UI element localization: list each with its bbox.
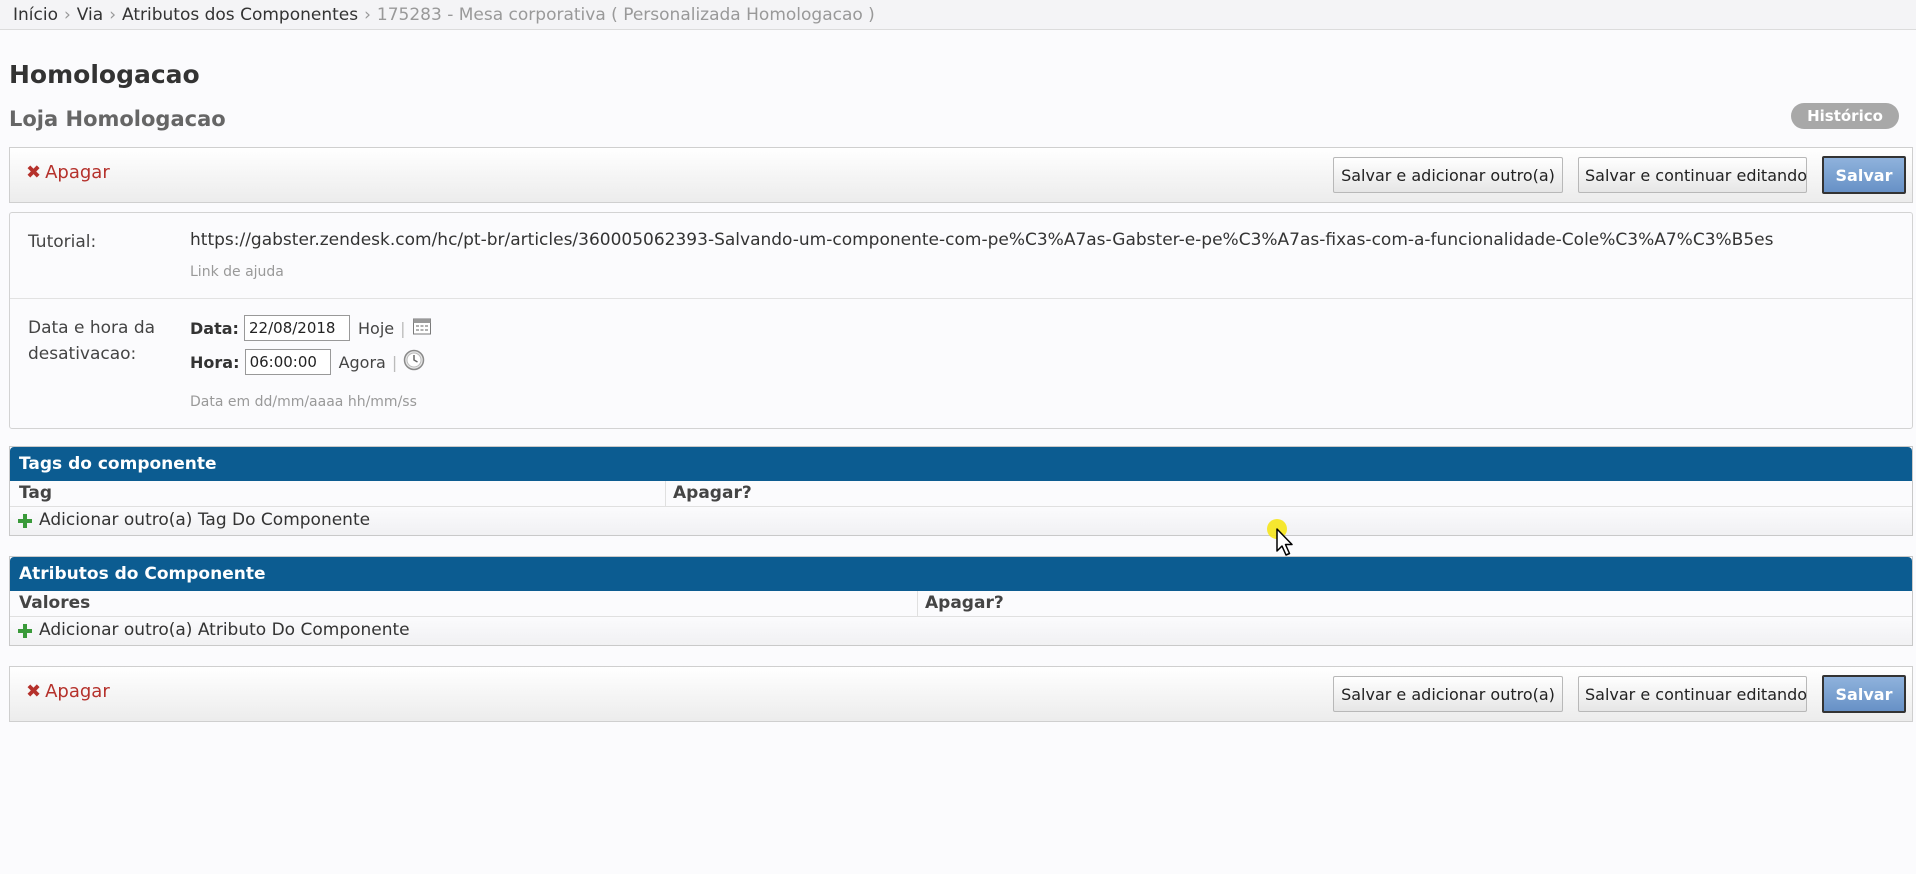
delete-icon: ✖ [26, 162, 42, 183]
attributes-column-headers: Valores Apagar? [10, 591, 1912, 617]
add-attribute-label: Adicionar outro(a) Atributo Do Component… [39, 620, 410, 640]
delete-label: Apagar [45, 162, 110, 183]
clock-icon[interactable] [403, 349, 425, 375]
tutorial-help: Link de ajuda [190, 264, 284, 280]
tags-inline-group: Tags do componente Tag Apagar? Adicionar… [9, 446, 1913, 536]
time-input[interactable]: 06:00:00 [244, 349, 331, 375]
submit-row-bottom: ✖ Apagar Salvar e adicionar outro(a) Salv… [9, 666, 1913, 722]
column-divider [665, 481, 666, 507]
deactivation-label-line1: Data e hora da [28, 318, 156, 338]
breadcrumb-current: 175283 - Mesa corporativa ( Personalizad… [376, 5, 875, 25]
breadcrumb-separator: › [63, 5, 71, 25]
save-button[interactable]: Salvar [1822, 675, 1906, 713]
attributes-inline-group: Atributos do Componente Valores Apagar? … [9, 556, 1913, 646]
tags-column-headers: Tag Apagar? [10, 481, 1912, 507]
page-title: Homologacao [9, 60, 200, 89]
breadcrumb-separator: › [364, 5, 371, 25]
breadcrumb-via[interactable]: Via [77, 5, 103, 25]
attributes-group-header: Atributos do Componente [10, 557, 1912, 591]
save-and-add-button[interactable]: Salvar e adicionar outro(a) [1333, 157, 1563, 193]
save-button[interactable]: Salvar [1822, 156, 1906, 194]
add-attribute-link[interactable]: Adicionar outro(a) Atributo Do Component… [10, 617, 1912, 645]
now-link[interactable]: Agora [339, 353, 386, 372]
add-tag-link[interactable]: Adicionar outro(a) Tag Do Componente [10, 507, 1912, 535]
date-input[interactable]: 22/08/2018 [244, 315, 351, 341]
submit-row-top: ✖ Apagar Salvar e adicionar outro(a) Salv… [9, 147, 1913, 203]
delete-label: Apagar [45, 681, 110, 702]
add-icon [18, 513, 32, 533]
delete-link[interactable]: ✖ Apagar [26, 162, 110, 183]
time-label: Hora: [190, 352, 240, 372]
values-column-header: Valores [19, 593, 91, 613]
breadcrumb-inicio[interactable]: Início [13, 5, 58, 25]
datetime-help: Data em dd/mm/aaaa hh/mm/ss [190, 394, 417, 410]
save-and-continue-button[interactable]: Salvar e continuar editando [1578, 676, 1807, 712]
today-link[interactable]: Hoje [358, 319, 394, 338]
save-and-continue-button[interactable]: Salvar e continuar editando [1578, 157, 1807, 193]
calendar-icon[interactable] [412, 316, 432, 340]
delete-link[interactable]: ✖ Apagar [26, 681, 110, 702]
tutorial-label: Tutorial: [28, 232, 97, 252]
pipe-divider: | [400, 318, 406, 338]
date-line: Data: 22/08/2018 Hoje | [190, 315, 432, 343]
tutorial-row: Tutorial: https://gabster.zendesk.com/hc… [10, 213, 1912, 299]
page-subtitle: Loja Homologacao [9, 107, 226, 131]
time-line: Hora: 06:00:00 Agora | [190, 349, 425, 377]
breadcrumb-separator: › [109, 5, 117, 25]
deactivation-label-line2: desativacao: [28, 344, 137, 364]
deactivation-label: Data e hora da desativacao: [28, 315, 155, 367]
add-icon [18, 623, 32, 643]
history-button[interactable]: Histórico [1791, 103, 1899, 129]
main-fieldset: Tutorial: https://gabster.zendesk.com/hc… [9, 212, 1913, 429]
tutorial-value: https://gabster.zendesk.com/hc/pt-br/art… [190, 230, 1774, 250]
mouse-cursor-icon [1265, 518, 1299, 562]
tags-group-header: Tags do componente [10, 447, 1912, 481]
delete-icon: ✖ [26, 681, 42, 702]
add-tag-label: Adicionar outro(a) Tag Do Componente [39, 510, 371, 530]
delete-column-header: Apagar? [925, 593, 1004, 613]
date-label: Data: [190, 318, 239, 338]
breadcrumb-atributos[interactable]: Atributos dos Componentes [122, 5, 358, 25]
deactivation-row: Data e hora da desativacao: Data: 22/08/… [10, 299, 1912, 429]
column-divider [917, 591, 918, 617]
save-and-add-button[interactable]: Salvar e adicionar outro(a) [1333, 676, 1563, 712]
pipe-divider: | [391, 352, 398, 372]
breadcrumb: Início › Via › Atributos dos Componentes › 175… [0, 0, 1916, 30]
tag-column-header: Tag [19, 483, 53, 503]
delete-column-header: Apagar? [673, 483, 752, 503]
